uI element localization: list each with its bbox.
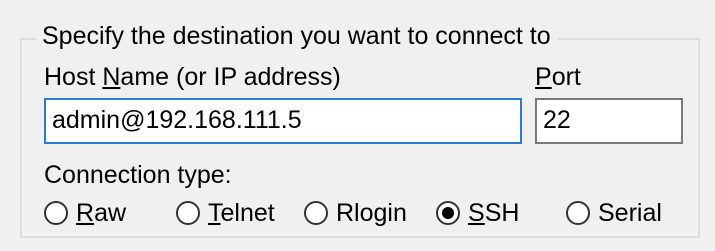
radio-rlogin-circle[interactable]: [304, 201, 328, 225]
radio-serial-circle[interactable]: [566, 201, 590, 225]
radio-serial-label[interactable]: Serial: [598, 198, 662, 228]
radio-rlogin-label[interactable]: Rlogin: [336, 198, 407, 228]
host-name-label: Host Name (or IP address): [44, 63, 341, 91]
connection-type-label: Connection type:: [44, 161, 232, 189]
radio-raw-circle[interactable]: [44, 201, 68, 225]
radio-raw[interactable]: Raw: [44, 196, 126, 230]
radio-telnet-label[interactable]: Telnet: [208, 198, 275, 228]
radio-telnet-circle[interactable]: [176, 201, 200, 225]
host-name-input[interactable]: admin@192.168.111.5: [44, 98, 522, 144]
radio-serial[interactable]: Serial: [566, 196, 662, 230]
radio-ssh[interactable]: SSH: [436, 196, 519, 230]
radio-ssh-circle[interactable]: [436, 201, 460, 225]
radio-raw-label[interactable]: Raw: [76, 198, 126, 228]
radio-ssh-selected-dot: [442, 207, 454, 219]
destination-group-title: Specify the destination you want to conn…: [36, 20, 557, 52]
radio-telnet[interactable]: Telnet: [176, 196, 275, 230]
connection-settings-panel: Specify the destination you want to conn…: [0, 0, 715, 251]
port-input[interactable]: 22: [535, 98, 683, 144]
radio-ssh-label[interactable]: SSH: [468, 198, 519, 228]
port-label: Port: [535, 63, 581, 91]
radio-rlogin[interactable]: Rlogin: [304, 196, 407, 230]
